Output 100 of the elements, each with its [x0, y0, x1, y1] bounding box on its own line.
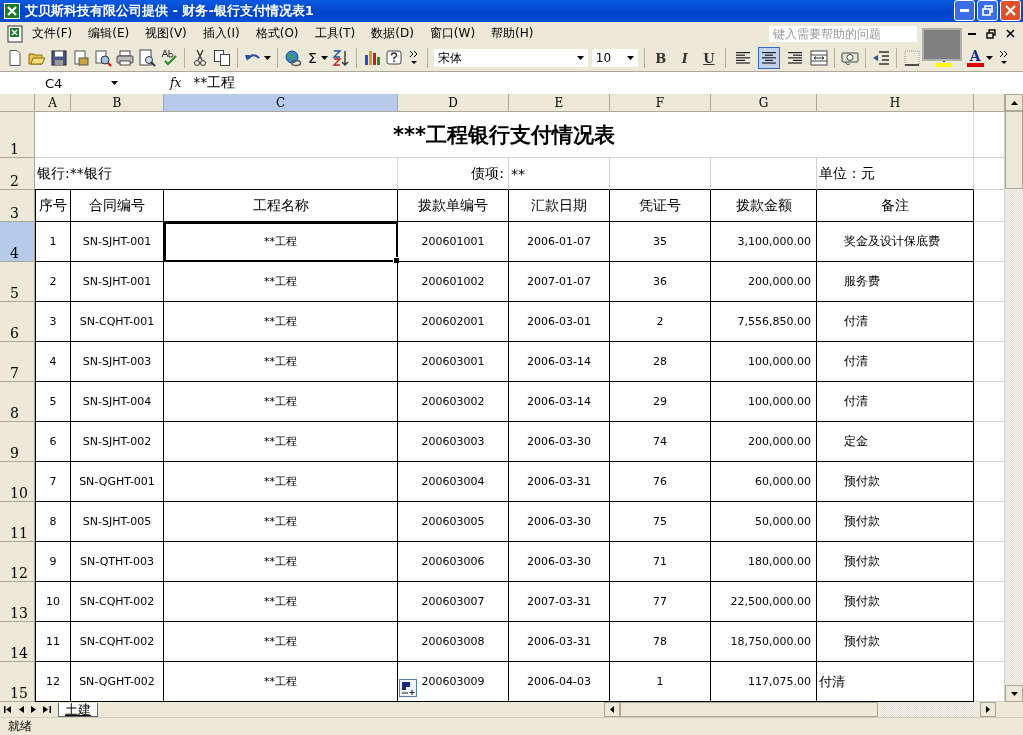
- row-header[interactable]: 14: [0, 622, 35, 662]
- date-cell: 2006-01-07: [527, 235, 591, 248]
- italic-button[interactable]: I: [674, 48, 695, 69]
- menu-item[interactable]: 格式(O): [255, 25, 299, 43]
- date-cell: 2006-03-31: [527, 635, 591, 648]
- row-header[interactable]: 8: [0, 382, 35, 422]
- column-heading: 序号: [39, 196, 67, 215]
- menu-item[interactable]: 窗口(W): [429, 25, 476, 43]
- serial-cell: 11: [46, 635, 60, 648]
- remark-cell: 付清: [819, 672, 845, 691]
- contract-cell: SN-SJHT-001: [82, 235, 152, 248]
- formula-field[interactable]: **工程: [193, 74, 236, 93]
- remark-cell: 服务费: [844, 273, 880, 290]
- item-value: **: [511, 165, 525, 182]
- voucher-number-cell: 200602001: [421, 315, 485, 328]
- row-header[interactable]: 6: [0, 302, 35, 342]
- amount-cell: 18,750,000.00: [730, 635, 811, 648]
- voucher-number-cell: 200603009: [421, 675, 485, 688]
- unit-label: 单位：元: [819, 164, 875, 183]
- amount-cell: 200,000.00: [748, 435, 811, 448]
- serial-cell: 9: [49, 555, 57, 568]
- serial-cell: 4: [49, 355, 57, 368]
- serial-cell: 6: [49, 435, 57, 448]
- voucher-cell: 1: [656, 675, 664, 688]
- name-box[interactable]: C4: [0, 74, 124, 93]
- column-header[interactable]: G: [711, 94, 817, 112]
- contract-cell: SN-SJHT-003: [82, 355, 152, 368]
- menu-item[interactable]: 帮助(H): [491, 25, 534, 43]
- column-header[interactable]: H: [817, 94, 974, 112]
- date-cell: 2006-03-31: [527, 475, 591, 488]
- column-heading: 合同编号: [89, 196, 145, 215]
- voucher-cell: 29: [653, 395, 667, 408]
- serial-cell: 3: [49, 315, 57, 328]
- voucher-cell: 76: [653, 475, 667, 488]
- row-header[interactable]: 11: [0, 502, 35, 542]
- menu-item[interactable]: 插入(I): [202, 25, 240, 43]
- date-cell: 2006-03-01: [527, 315, 591, 328]
- help-search-field[interactable]: 键入需要帮助的问题: [769, 25, 917, 42]
- menu-item[interactable]: 工具(T): [314, 25, 356, 43]
- serial-cell: 7: [49, 475, 57, 488]
- amount-cell: 50,000.00: [755, 515, 811, 528]
- row-header[interactable]: 9: [0, 422, 35, 462]
- voucher-cell: 75: [653, 515, 667, 528]
- bank-label: 银行:**银行: [37, 164, 112, 183]
- project-cell: **工程: [264, 554, 297, 569]
- column-header[interactable]: E: [509, 94, 610, 112]
- column-heading: 备注: [881, 196, 909, 215]
- contract-cell: SN-QGHT-001: [79, 475, 155, 488]
- serial-cell: 5: [49, 395, 57, 408]
- amount-cell: 22,500,000.00: [730, 595, 811, 608]
- menu-item[interactable]: 文件(F): [32, 25, 73, 43]
- date-cell: 2006-03-30: [527, 555, 591, 568]
- contract-cell: SN-QGHT-002: [79, 675, 155, 688]
- row-header[interactable]: 13: [0, 582, 35, 622]
- underline-button[interactable]: U: [698, 48, 719, 69]
- row-header[interactable]: 10: [0, 462, 35, 502]
- date-cell: 2006-03-14: [527, 395, 591, 408]
- sheet-tab[interactable]: 土建: [58, 702, 98, 717]
- contract-cell: SN-SJHT-001: [82, 275, 152, 288]
- row-header[interactable]: 2: [0, 158, 35, 190]
- contract-cell: SN-SJHT-004: [82, 395, 152, 408]
- serial-cell: 8: [49, 515, 57, 528]
- font-name-dropdown[interactable]: 宋体: [433, 49, 588, 68]
- menu-item[interactable]: 视图(V): [145, 25, 187, 43]
- voucher-number-cell: 200603002: [421, 395, 485, 408]
- row-header[interactable]: 3: [0, 190, 35, 222]
- date-cell: 2006-03-14: [527, 355, 591, 368]
- column-header[interactable]: F: [610, 94, 711, 112]
- project-cell: **工程: [264, 394, 297, 409]
- row-header[interactable]: 4: [0, 222, 35, 262]
- column-heading: 凭证号: [639, 196, 681, 215]
- row-header[interactable]: 15: [0, 662, 35, 702]
- serial-cell: 1: [49, 235, 57, 248]
- autosum-button[interactable]: Σ: [306, 50, 319, 67]
- menu-item[interactable]: 编辑(E): [88, 25, 130, 43]
- row-header[interactable]: 7: [0, 342, 35, 382]
- column-header[interactable]: A: [35, 94, 71, 112]
- project-cell: **工程: [264, 674, 297, 689]
- voucher-cell: 35: [653, 235, 667, 248]
- amount-cell: 100,000.00: [748, 395, 811, 408]
- voucher-cell: 36: [653, 275, 667, 288]
- amount-cell: 200,000.00: [748, 275, 811, 288]
- date-cell: 2006-03-30: [527, 435, 591, 448]
- column-header[interactable]: B: [71, 94, 164, 112]
- row-header[interactable]: 1: [0, 112, 35, 158]
- row-header[interactable]: 5: [0, 262, 35, 302]
- bold-button[interactable]: B: [650, 48, 671, 69]
- row-header[interactable]: 12: [0, 542, 35, 582]
- voucher-cell: 78: [653, 635, 667, 648]
- column-header[interactable]: C: [164, 94, 398, 112]
- column-header[interactable]: D: [398, 94, 509, 112]
- menu-item[interactable]: 数据(D): [371, 25, 414, 43]
- font-size-dropdown[interactable]: 10: [591, 49, 638, 68]
- serial-cell: 10: [46, 595, 60, 608]
- amount-cell: 117,075.00: [748, 675, 811, 688]
- date-cell: 2006-03-30: [527, 515, 591, 528]
- insert-function-button[interactable]: fx: [170, 76, 182, 91]
- project-cell: **工程: [264, 514, 297, 529]
- font-color-button[interactable]: A: [966, 49, 984, 68]
- remark-cell: 预付款: [844, 593, 880, 610]
